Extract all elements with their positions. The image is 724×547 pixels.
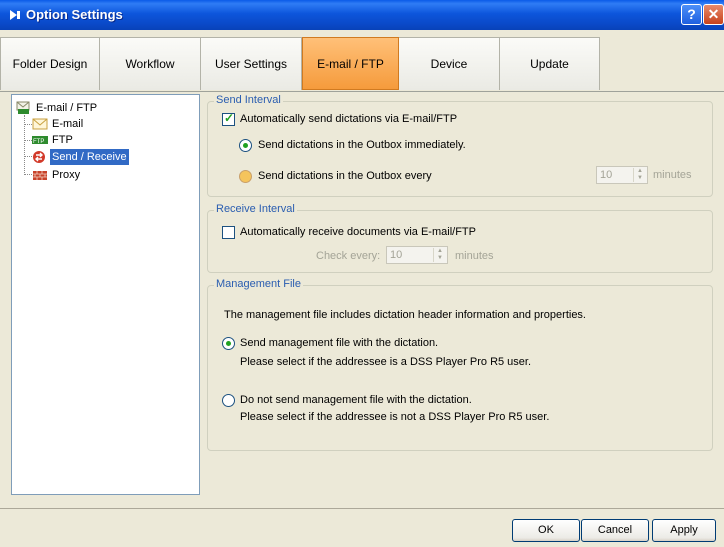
auto-receive-label: Automatically receive documents via E-ma… — [240, 226, 476, 238]
ok-button[interactable]: OK — [512, 519, 580, 542]
tree-label: E-mail / FTP — [36, 102, 98, 114]
management-description: The management file includes dictation h… — [224, 309, 586, 321]
group-title: Management File — [214, 278, 303, 290]
tree-connector — [24, 174, 32, 175]
spinner-arrows-icon[interactable]: ▲ ▼ — [633, 168, 646, 182]
close-button[interactable]: ✕ — [703, 4, 724, 25]
spinner-value: 10 — [390, 249, 403, 261]
no-send-management-radio[interactable] — [222, 394, 235, 407]
tree-connector — [24, 124, 32, 125]
send-minutes-label: minutes — [653, 169, 692, 181]
svg-text:FTP: FTP — [33, 139, 44, 145]
cancel-button[interactable]: Cancel — [581, 519, 649, 542]
apply-button[interactable]: Apply — [652, 519, 716, 542]
auto-send-checkbox[interactable] — [222, 111, 235, 126]
tree-label: FTP — [52, 134, 73, 146]
tab-folder-design[interactable]: Folder Design — [0, 37, 100, 90]
send-every-label: Send dictations in the Outbox every — [258, 170, 432, 182]
tab-email-ftp[interactable]: E-mail / FTP — [302, 37, 399, 90]
tab-user-settings[interactable]: User Settings — [201, 37, 302, 90]
send-every-spinner[interactable]: 10 ▲ ▼ — [596, 166, 648, 184]
envelope-icon — [32, 118, 48, 130]
send-every-radio[interactable] — [239, 170, 252, 183]
title-bar: Option Settings ? ✕ — [0, 0, 724, 30]
send-immediately-label: Send dictations in the Outbox immediatel… — [258, 139, 466, 151]
tab-device[interactable]: Device — [399, 37, 500, 90]
spinner-value: 10 — [600, 169, 613, 181]
mail-ftp-icon — [16, 101, 30, 114]
receive-minutes-label: minutes — [455, 250, 494, 262]
ftp-icon: FTP — [32, 136, 48, 145]
check-every-label: Check every: — [316, 250, 381, 262]
group-title: Send Interval — [214, 94, 283, 106]
send-immediately-radio[interactable] — [239, 139, 252, 152]
tab-bar: Folder Design Workflow User Settings E-m… — [0, 30, 724, 92]
no-send-management-note: Please select if the addressee is not a … — [240, 411, 550, 423]
tab-update[interactable]: Update — [500, 37, 600, 90]
tree-label: Proxy — [52, 169, 81, 181]
app-icon — [10, 10, 20, 20]
receive-interval-group: Receive Interval — [207, 203, 713, 273]
window-title: Option Settings — [26, 7, 123, 22]
send-management-radio[interactable] — [222, 337, 235, 350]
tab-workflow[interactable]: Workflow — [100, 37, 201, 90]
send-receive-icon — [33, 151, 45, 163]
firewall-icon — [33, 171, 47, 180]
footer-divider — [0, 508, 724, 509]
tree-connector — [24, 156, 32, 157]
group-title: Receive Interval — [214, 203, 297, 215]
tree-label: E-mail — [52, 118, 84, 130]
spinner-arrows-icon[interactable]: ▲ ▼ — [433, 248, 446, 262]
settings-tree: E-mail / FTP E-mail FTP FTP Send / Recei… — [11, 94, 200, 495]
auto-send-label: Automatically send dictations via E-mail… — [240, 113, 458, 125]
tree-label: Send / Receive — [50, 149, 129, 165]
no-send-management-label: Do not send management file with the dic… — [240, 394, 472, 406]
option-settings-window: Option Settings ? ✕ Folder Design Workfl… — [0, 0, 724, 547]
send-management-note: Please select if the addressee is a DSS … — [240, 356, 532, 368]
check-every-spinner[interactable]: 10 ▲ ▼ — [386, 246, 448, 264]
tree-connector — [24, 140, 32, 141]
help-button[interactable]: ? — [681, 4, 702, 25]
send-management-label: Send management file with the dictation. — [240, 337, 439, 349]
auto-receive-checkbox[interactable] — [222, 226, 235, 239]
